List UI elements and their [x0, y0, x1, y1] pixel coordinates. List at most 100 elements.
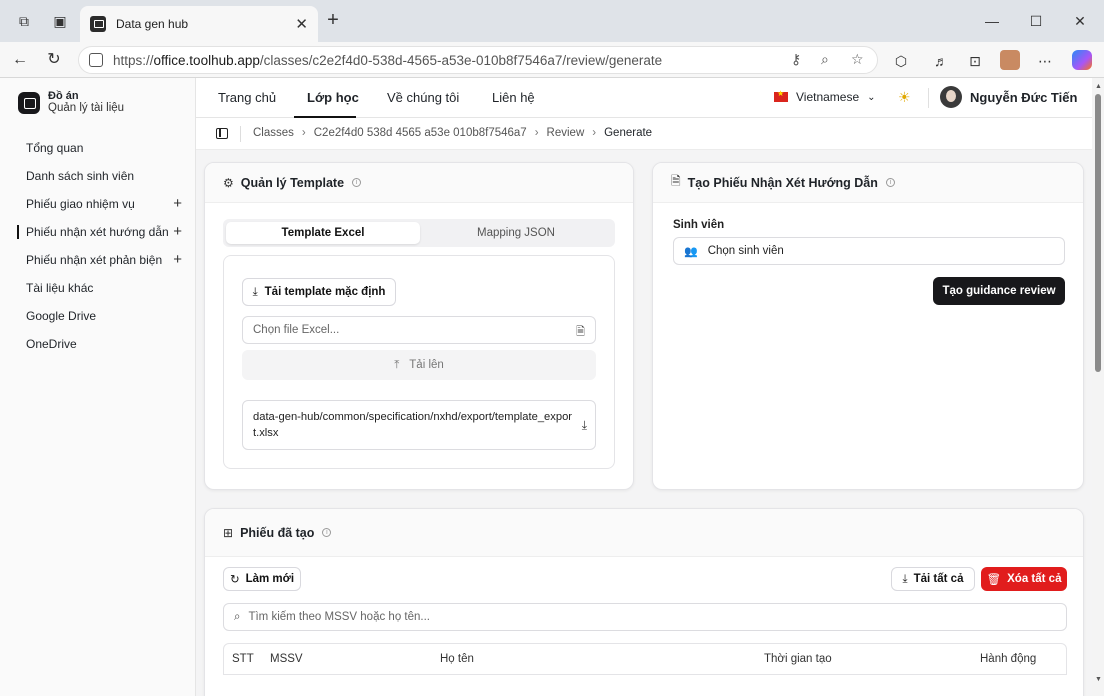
profile-avatar[interactable] — [1000, 50, 1020, 70]
favorite-star-icon[interactable]: ☆ — [851, 51, 864, 68]
create-guidance-review-button[interactable]: Tạo guidance review — [933, 277, 1065, 305]
sidebar-item-danh-sach-sinh-vien[interactable]: Danh sách sinh viên — [14, 162, 190, 190]
sidebar-item-phieu-nhan-xet-huong-dan[interactable]: Phiếu nhận xét hướng dẫn + — [14, 218, 190, 246]
url-text: https://office.toolhub.app/classes/c2e2f… — [113, 52, 663, 68]
browser-tab[interactable]: Data gen hub ✕ — [80, 6, 318, 42]
theme-toggle-icon[interactable]: ☀ — [898, 89, 911, 106]
delete-all-button[interactable]: 🗑 Xóa tất cả — [981, 567, 1067, 591]
nav-link-about[interactable]: Về chúng tôi — [387, 90, 459, 105]
minimize-button[interactable]: — — [980, 9, 1004, 33]
breadcrumb-item[interactable]: Review — [547, 127, 585, 139]
tab-actions-icon[interactable]: ▣ — [50, 11, 70, 31]
vietnam-flag-icon — [774, 89, 788, 102]
upload-button[interactable]: ⤒ Tải lên — [242, 350, 596, 380]
column-header-mssv: MSSV — [270, 653, 303, 665]
sidebar-item-tong-quan[interactable]: Tổng quan — [14, 134, 190, 162]
brand[interactable]: Đồ án Quản lý tài liệu — [18, 90, 124, 115]
breadcrumb-current: Generate — [604, 127, 653, 139]
file-path-text: data-gen-hub/common/specification/nxhd/e… — [253, 411, 573, 439]
download-icon[interactable]: ⤓ — [582, 417, 587, 433]
tab-close-icon[interactable]: ✕ — [295, 15, 308, 33]
student-select-placeholder: Chọn sinh viên — [707, 245, 784, 257]
created-card-title: Phiếu đã tạo — [240, 525, 315, 540]
search-icon: ⌕ — [234, 610, 241, 623]
brand-title: Đồ án — [48, 90, 79, 102]
scroll-down-icon[interactable]: ▼ — [1095, 676, 1102, 683]
info-icon[interactable]: i — [352, 178, 362, 187]
user-name[interactable]: Nguyễn Đức Tiến — [970, 90, 1077, 105]
zoom-icon[interactable]: ⌕ — [821, 51, 829, 68]
sidebar-item-label: Tài liệu khác — [26, 281, 94, 295]
download-all-button[interactable]: ⤓ Tải tất cả — [891, 567, 975, 591]
button-label: Làm mới — [245, 573, 295, 585]
info-icon[interactable]: i — [322, 528, 332, 537]
sidebar-item-label: Tổng quan — [26, 141, 84, 155]
close-window-button[interactable]: ✕ — [1068, 9, 1092, 33]
maximize-button[interactable]: ☐ — [1024, 9, 1048, 33]
created-card-header: ⊞ Phiếu đã tạo i — [205, 509, 1083, 557]
excel-file-input[interactable]: Chọn file Excel... 🗎 — [242, 316, 596, 344]
scrollbar-thumb[interactable] — [1095, 94, 1101, 372]
back-icon[interactable]: ← — [8, 48, 32, 72]
site-info-icon[interactable] — [89, 53, 103, 67]
gear-icon: ⚙ — [223, 175, 234, 190]
address-bar[interactable]: https://office.toolhub.app/classes/c2e2f… — [78, 46, 878, 74]
nav-link-contact[interactable]: Liên hệ — [492, 90, 535, 105]
new-tab-button[interactable]: + — [322, 10, 344, 32]
download-icon: ⤓ — [252, 285, 258, 298]
breadcrumb-item[interactable]: Classes — [253, 127, 294, 139]
sidebar-item-phieu-nhan-xet-phan-bien[interactable]: Phiếu nhận xét phản biện + — [14, 246, 190, 274]
plus-icon[interactable]: + — [173, 246, 182, 274]
created-reviews-card: ⊞ Phiếu đã tạo i ↻ Làm mới ⤓ Tải tất cả … — [204, 508, 1084, 696]
chevron-right-icon: › — [592, 127, 597, 139]
template-excel-panel: ⤓ Tải template mặc định Chọn file Excel.… — [223, 255, 615, 469]
breadcrumb-item[interactable]: C2e2f4d0 538d 4565 a53e 010b8f7546a7 — [314, 127, 527, 139]
download-icon: ⤓ — [902, 572, 908, 585]
trash-icon: 🗑 — [986, 574, 1002, 586]
scroll-up-icon[interactable]: ▲ — [1095, 83, 1102, 90]
sidebar-toggle-icon[interactable] — [216, 128, 228, 139]
document-icon: 🗎 — [671, 174, 681, 188]
workspaces-icon[interactable]: ⧉ — [14, 11, 34, 31]
extensions-icon[interactable]: ⬡ — [892, 52, 910, 70]
reload-icon[interactable]: ↻ — [42, 48, 66, 72]
user-avatar[interactable] — [940, 86, 962, 108]
tab-template-excel[interactable]: Template Excel — [226, 222, 420, 244]
copilot-icon[interactable] — [1072, 50, 1092, 70]
sidebar-item-google-drive[interactable]: Google Drive — [14, 302, 190, 330]
student-select[interactable]: 👥 Chọn sinh viên — [673, 237, 1065, 265]
screenshot-icon[interactable]: ⊡ — [966, 52, 984, 70]
sidebar-item-label: Phiếu nhận xét phản biện — [26, 253, 163, 267]
language-select[interactable]: Vietnamese ⌄ — [774, 89, 876, 104]
table-header: STT MSSV Họ tên Thời gian tạo Hành động — [223, 643, 1067, 675]
column-header-stt: STT — [232, 653, 254, 665]
nav-link-home[interactable]: Trang chủ — [218, 90, 276, 105]
browser-titlebar: ⧉ ▣ Data gen hub ✕ + — ☐ ✕ — [0, 0, 1104, 42]
refresh-icon: ↻ — [229, 574, 240, 586]
search-input[interactable]: ⌕ Tìm kiếm theo MSSV hoặc họ tên... — [223, 603, 1067, 631]
refresh-button[interactable]: ↻ Làm mới — [223, 567, 301, 591]
plus-icon[interactable]: + — [173, 190, 182, 218]
sidebar-item-label: Danh sách sinh viên — [26, 169, 135, 183]
nav-link-classes[interactable]: Lớp học — [307, 90, 359, 105]
sidebar: Đồ án Quản lý tài liệu Tổng quan Danh sá… — [0, 78, 196, 696]
page-scrollbar[interactable]: ▲ ▼ — [1092, 78, 1104, 696]
tab-mapping-json[interactable]: Mapping JSON — [420, 222, 612, 244]
sidebar-item-onedrive[interactable]: OneDrive — [14, 330, 190, 358]
divider — [240, 126, 241, 142]
info-icon[interactable]: i — [885, 178, 895, 187]
column-header-hanh-dong: Hành động — [980, 653, 1037, 665]
plus-icon[interactable]: + — [173, 218, 182, 246]
template-card-header: ⚙ Quản lý Template i — [205, 163, 633, 203]
template-card: ⚙ Quản lý Template i Template Excel Mapp… — [204, 162, 634, 490]
chevron-down-icon: ⌄ — [867, 91, 876, 103]
student-label: Sinh viên — [673, 219, 725, 231]
more-icon[interactable]: ⋯ — [1036, 52, 1054, 70]
button-label: Xóa tất cả — [1007, 573, 1062, 585]
sidebar-item-tai-lieu-khac[interactable]: Tài liệu khác — [14, 274, 190, 302]
music-icon[interactable]: ♬ — [932, 52, 950, 70]
download-default-template-button[interactable]: ⤓ Tải template mặc định — [242, 278, 396, 306]
table-icon: ⊞ — [223, 525, 234, 540]
key-icon[interactable]: ⚷ — [791, 51, 801, 68]
sidebar-item-phieu-giao-nhiem-vu[interactable]: Phiếu giao nhiệm vụ + — [14, 190, 190, 218]
